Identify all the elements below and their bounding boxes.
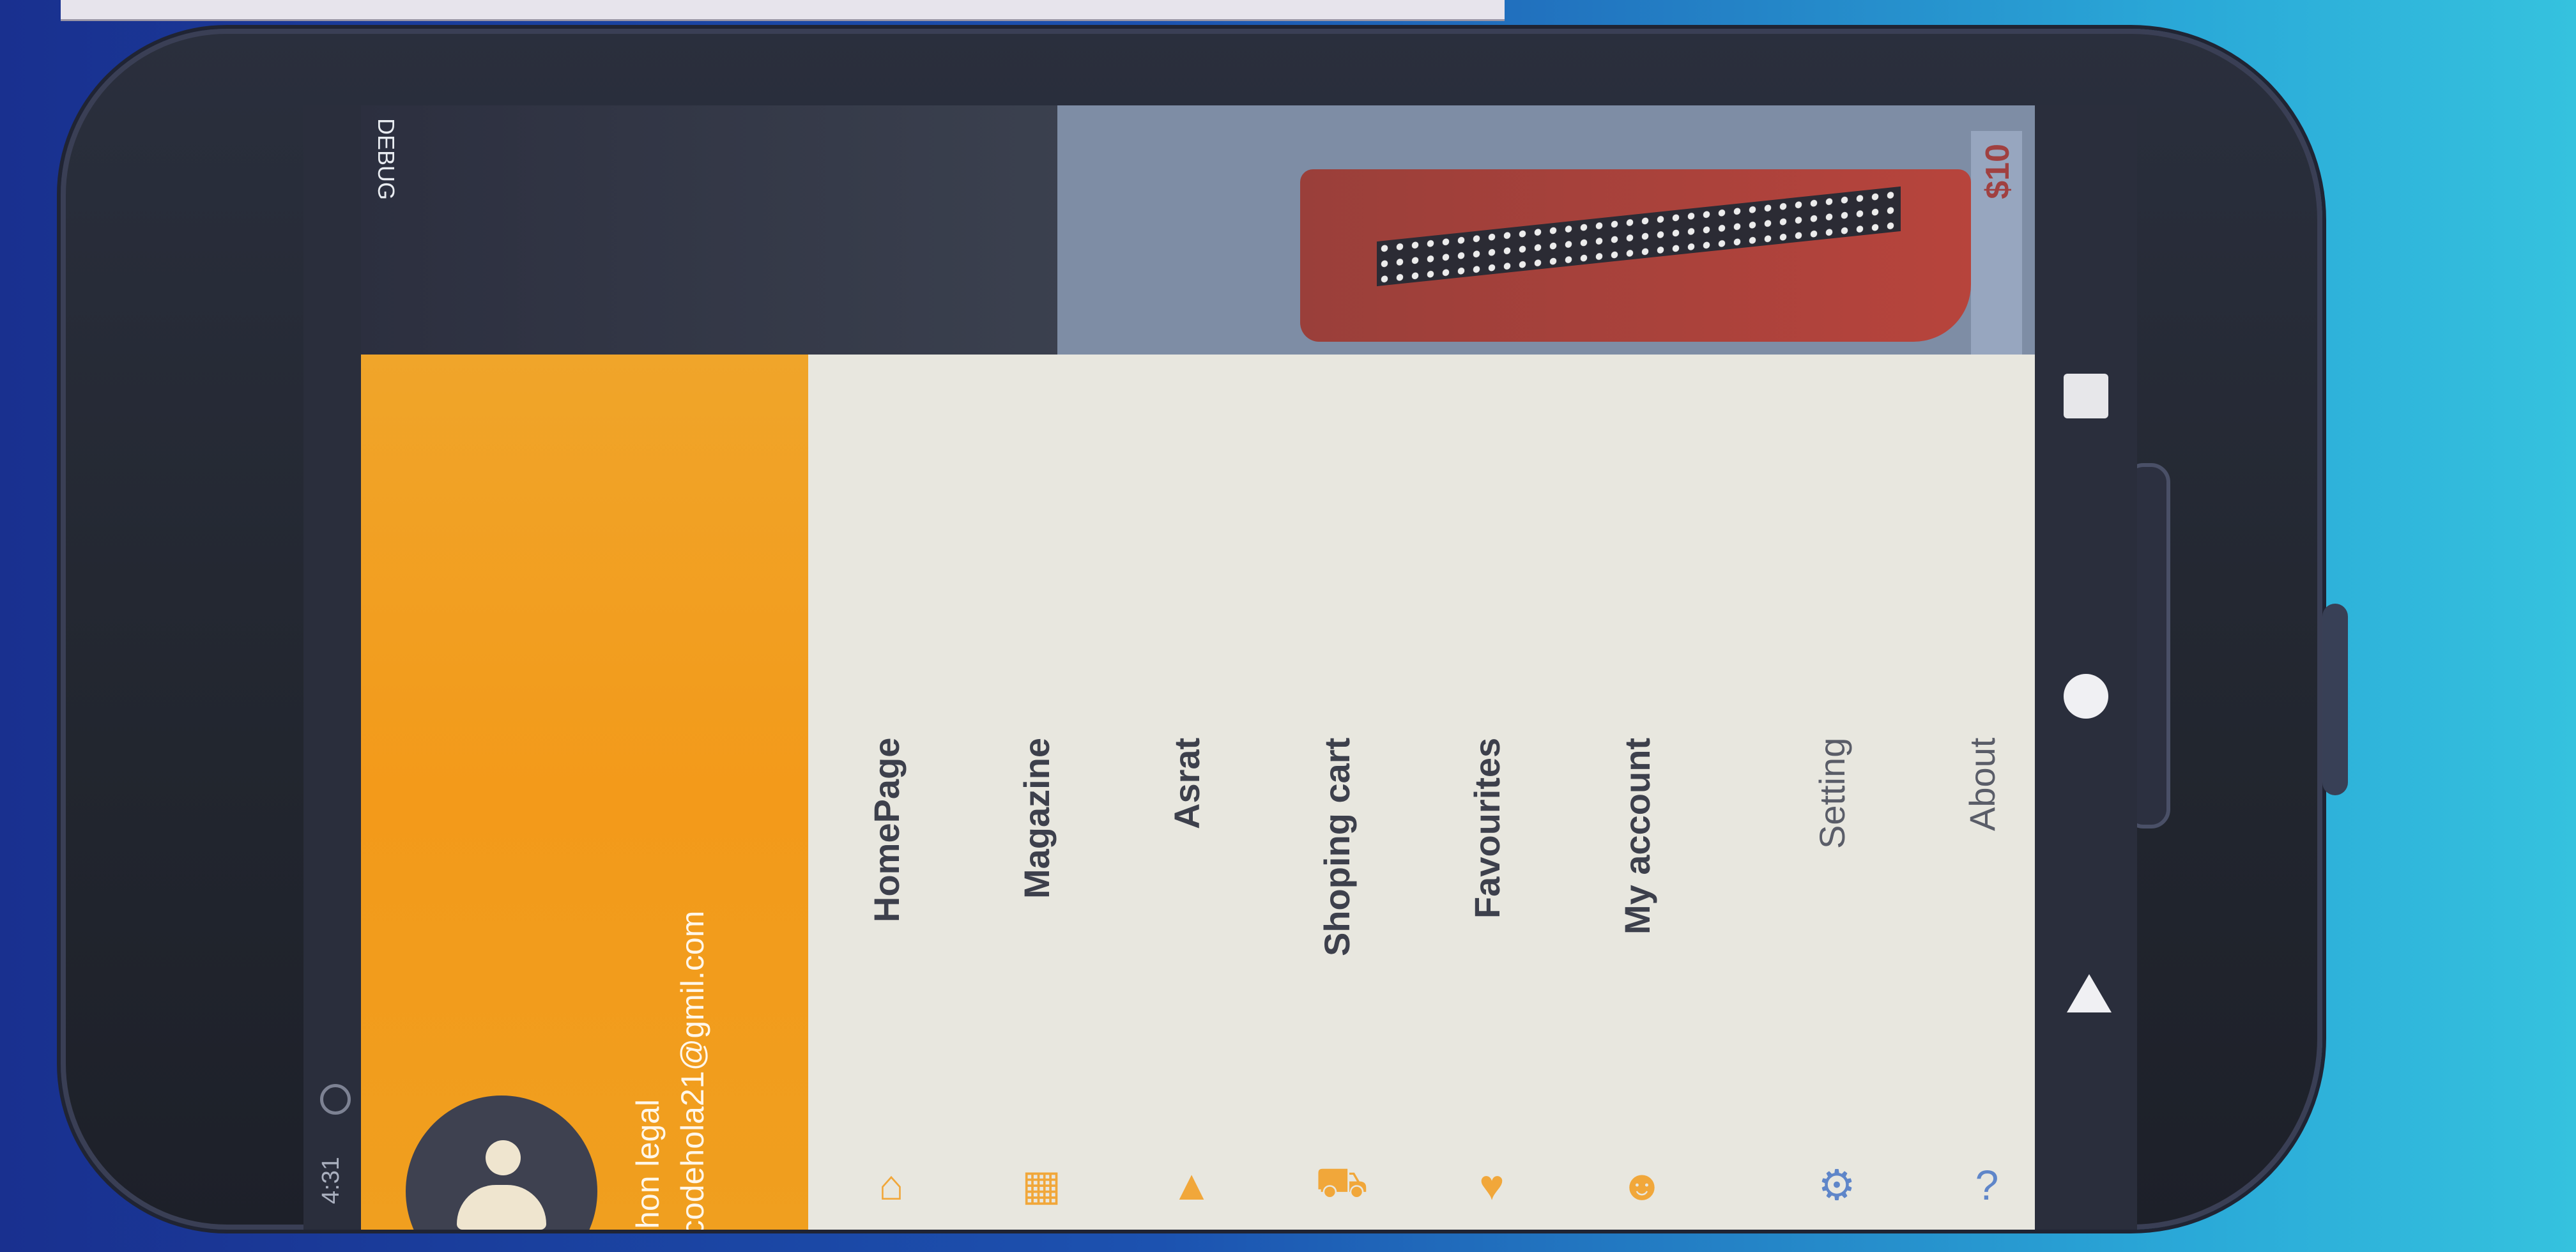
phone-side-button bbox=[2322, 604, 2348, 795]
menu-item-label: Asrat bbox=[1167, 738, 1207, 830]
phone-screen: 4:31 DEBUG $10 jhon legal codehola21@gmi… bbox=[303, 105, 2137, 1230]
debug-badge: DEBUG bbox=[373, 118, 399, 201]
user-email: codehola21@gmil.com bbox=[675, 910, 710, 1230]
gear-icon: ⚙ bbox=[1818, 1161, 1856, 1209]
menu-item-magazine[interactable]: Magazine ▦ bbox=[997, 738, 1092, 1223]
menu-item-label: Magazine bbox=[1016, 738, 1057, 899]
user-name: jhon legal bbox=[630, 1099, 666, 1230]
menu-item-favourites[interactable]: Favourites ♥ bbox=[1447, 738, 1543, 1223]
background-app-header: DEBUG bbox=[361, 105, 1115, 361]
help-icon: ? bbox=[1975, 1161, 1999, 1209]
menu-item-label: About bbox=[1962, 738, 2002, 832]
menu-item-homepage[interactable]: HomePage ⌂ bbox=[847, 738, 942, 1223]
menu-item-shopping-cart[interactable]: Shoping cart ⛟ bbox=[1297, 738, 1393, 1223]
menu-item-setting[interactable]: Setting ⚙ bbox=[1792, 738, 1888, 1223]
avatar-body bbox=[457, 1185, 546, 1230]
magazine-icon: ▦ bbox=[1021, 1161, 1062, 1209]
navigation-drawer: jhon legal codehola21@gmil.com HomePage … bbox=[361, 355, 2137, 1230]
basket-icon: ▲ bbox=[1170, 1161, 1213, 1209]
menu-item-my-account[interactable]: My account ☻ bbox=[1597, 738, 1693, 1223]
heart-icon: ♥ bbox=[1479, 1161, 1505, 1209]
back-button[interactable] bbox=[2067, 974, 2112, 1012]
home-icon: ⌂ bbox=[878, 1161, 904, 1209]
recents-button[interactable] bbox=[2064, 374, 2108, 418]
person-icon: ☻ bbox=[1620, 1161, 1664, 1209]
menu-item-label: Setting bbox=[1812, 738, 1852, 850]
cart-icon: ⛟ bbox=[1315, 1158, 1368, 1205]
drawer-header: jhon legal codehola21@gmil.com bbox=[361, 355, 808, 1230]
avatar[interactable] bbox=[406, 1096, 597, 1230]
status-icon bbox=[320, 1084, 351, 1115]
menu-item-about[interactable]: About ? bbox=[1942, 738, 2038, 1223]
monitor-top-strip bbox=[61, 0, 1505, 21]
status-bar: 4:31 bbox=[303, 105, 361, 1230]
home-button[interactable] bbox=[2064, 674, 2108, 719]
status-time: 4:31 bbox=[318, 1157, 344, 1204]
menu-item-label: HomePage bbox=[866, 738, 907, 923]
navigation-bar bbox=[2035, 105, 2137, 1230]
menu-item-label: My account bbox=[1617, 738, 1657, 935]
avatar-head bbox=[486, 1140, 521, 1175]
menu-item-asrat[interactable]: Asrat ▲ bbox=[1147, 738, 1243, 1223]
menu-item-label: Favourites bbox=[1467, 738, 1507, 919]
phone-frame: 4:31 DEBUG $10 jhon legal codehola21@gmi… bbox=[61, 29, 2348, 1230]
menu-item-label: Shoping cart bbox=[1317, 738, 1357, 957]
product-price: $10 bbox=[1979, 144, 2016, 199]
